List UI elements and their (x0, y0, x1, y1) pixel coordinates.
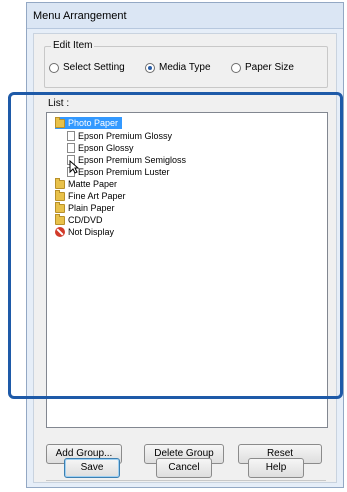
list-item-epson-premium-luster[interactable]: Epson Premium Luster (67, 166, 170, 178)
list-item-epson-premium-glossy[interactable]: Epson Premium Glossy (67, 130, 172, 142)
media-type-list[interactable]: Photo Paper Epson Premium Glossy Epson G… (46, 112, 328, 428)
list-item-label: Not Display (68, 227, 115, 237)
list-item-photo-paper[interactable]: Photo Paper (55, 116, 123, 129)
radio-media-type-label: Media Type (159, 62, 211, 73)
edit-item-group: Edit Item Select Setting Media Type Pape… (44, 40, 328, 88)
list-item-epson-glossy[interactable]: Epson Glossy (67, 142, 134, 154)
folder-icon (55, 201, 65, 213)
document-icon (67, 143, 75, 153)
radio-paper-size-label: Paper Size (245, 62, 294, 73)
list-item-label: Epson Premium Luster (78, 167, 170, 177)
folder-icon (55, 177, 65, 189)
list-item-fine-art-paper[interactable]: Fine Art Paper (55, 189, 126, 202)
list-item-label: Epson Premium Glossy (78, 131, 173, 141)
button-divider (46, 480, 326, 481)
list-item-label: Matte Paper (68, 179, 118, 189)
menu-arrangement-dialog: Menu Arrangement Edit Item Select Settin… (26, 2, 344, 488)
save-button[interactable]: Save (64, 458, 120, 478)
folder-icon (55, 189, 65, 201)
list-item-cd-dvd[interactable]: CD/DVD (55, 213, 103, 226)
radio-paper-size-indicator[interactable] (231, 62, 241, 73)
no-entry-icon (55, 227, 65, 237)
list-item-not-display[interactable]: Not Display (55, 226, 114, 238)
radio-paper-size[interactable]: Paper Size (231, 62, 294, 73)
cancel-button[interactable]: Cancel (156, 458, 212, 478)
folder-icon (55, 213, 65, 225)
list-item-label: Photo Paper (68, 118, 119, 128)
list-item-label: Plain Paper (68, 203, 115, 213)
list-label: List : (48, 98, 70, 109)
list-item-label: CD/DVD (68, 215, 103, 225)
radio-media-type-indicator[interactable] (145, 62, 155, 73)
dialog-body: Edit Item Select Setting Media Type Pape… (33, 33, 337, 483)
radio-media-type[interactable]: Media Type (145, 62, 211, 73)
mouse-pointer-icon (69, 160, 79, 174)
radio-select-setting-indicator[interactable] (49, 62, 59, 73)
radio-select-setting-label: Select Setting (63, 62, 125, 73)
document-icon (67, 131, 75, 141)
list-item-label: Fine Art Paper (68, 191, 126, 201)
help-button[interactable]: Help (248, 458, 304, 478)
list-item-plain-paper[interactable]: Plain Paper (55, 201, 115, 214)
list-item-epson-premium-semigloss[interactable]: Epson Premium Semigloss (67, 154, 186, 166)
radio-select-setting[interactable]: Select Setting (49, 62, 125, 73)
list-item-label: Epson Premium Semigloss (78, 155, 187, 165)
dialog-title: Menu Arrangement (27, 3, 343, 29)
folder-icon (55, 116, 65, 128)
list-item-matte-paper[interactable]: Matte Paper (55, 177, 118, 190)
edit-item-label: Edit Item (51, 40, 95, 51)
list-item-label: Epson Glossy (78, 143, 134, 153)
